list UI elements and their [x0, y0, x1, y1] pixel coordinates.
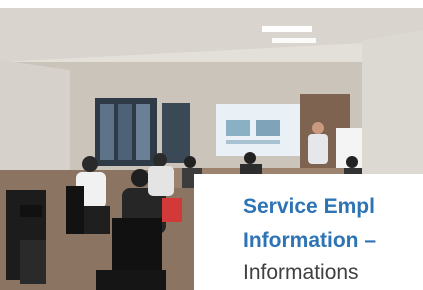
info-card: Service Empl Information – Informations [194, 174, 423, 290]
card-title-line2: Information – [243, 229, 377, 252]
screenshot-frame: Service Empl Information – Informations [0, 0, 423, 290]
ceiling-light [272, 38, 316, 43]
card-title-line1: Service Empl [243, 195, 375, 218]
ceiling-light [262, 26, 312, 32]
presenter [312, 122, 324, 134]
card-subtitle: Informations [243, 261, 359, 284]
